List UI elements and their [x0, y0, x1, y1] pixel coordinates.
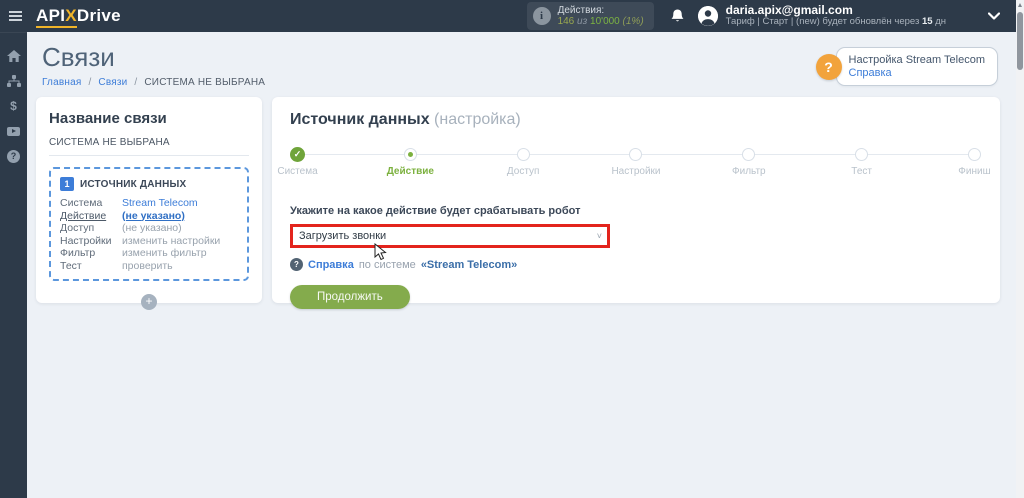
source-heading: ИСТОЧНИК ДАННЫХ: [80, 179, 186, 190]
action-select-highlight: Загрузить звонки ˅: [290, 224, 610, 248]
help-callout-title: Настройка Stream Telecom: [849, 54, 985, 66]
sidebar-item-video-tutorials[interactable]: [0, 124, 27, 138]
data-source-summary: 1 ИСТОЧНИК ДАННЫХ Система Stream Telecom…: [49, 167, 249, 281]
youtube-icon: [7, 127, 20, 136]
help-callout: ? Настройка Stream Telecom Справка: [836, 47, 998, 86]
connection-name-value[interactable]: СИСТЕМА НЕ ВЫБРАНА: [49, 137, 249, 156]
action-select[interactable]: Загрузить звонки ˅: [293, 227, 607, 245]
help-callout-link[interactable]: Справка: [849, 67, 985, 79]
step-circle-icon: [742, 148, 755, 161]
sidebar-item-home[interactable]: [0, 49, 27, 63]
main-content: Связи Главная / Связи / СИСТЕМА НЕ ВЫБРА…: [27, 32, 1016, 498]
action-question-label: Укажите на какое действие будет срабатыв…: [290, 205, 982, 217]
step-circle-icon: [629, 148, 642, 161]
logo-text-x: X: [65, 6, 77, 25]
help-callout-question-icon[interactable]: ?: [816, 54, 842, 80]
data-source-settings-card: Источник данных (настройка) Система Дейс…: [272, 97, 1000, 303]
step-active-dot-icon: [404, 148, 417, 161]
source-number-badge: 1: [60, 177, 74, 191]
user-email: daria.apix@gmail.com: [726, 4, 946, 16]
add-system-button[interactable]: +: [141, 294, 157, 310]
source-row-test: Тест проверить: [60, 260, 238, 273]
home-icon: [7, 50, 21, 62]
action-select-value: Загрузить звонки: [299, 230, 386, 242]
scrollbar-thumb[interactable]: [1017, 12, 1023, 70]
info-icon: i: [533, 7, 551, 25]
step-settings[interactable]: Настройки: [628, 147, 643, 162]
top-bar: APIXDrive i Действия: 146 из 10'000 (1%)…: [0, 0, 1016, 32]
source-row-action: Действие (не указано): [60, 210, 238, 223]
step-test[interactable]: Тест: [854, 147, 869, 162]
system-help-line: ? Справка по системе «Stream Telecom»: [290, 258, 982, 271]
source-system-link[interactable]: Stream Telecom: [122, 197, 198, 210]
help-question-icon: ?: [290, 258, 303, 271]
step-check-icon: [290, 147, 305, 162]
actions-counter-value: 146 из 10'000 (1%): [558, 16, 644, 27]
notifications-bell-icon[interactable]: [670, 8, 685, 24]
actions-counter-title: Действия:: [558, 5, 644, 16]
dollar-icon: $: [10, 99, 17, 113]
connection-name-title: Название связи: [49, 110, 249, 127]
sidebar-item-connections[interactable]: [0, 74, 27, 88]
question-icon: ?: [7, 150, 20, 163]
source-row-access: Доступ (не указано): [60, 222, 238, 235]
settings-card-title: Источник данных: [290, 111, 430, 128]
user-avatar[interactable]: [698, 6, 718, 26]
source-row-settings: Настройки изменить настройки: [60, 235, 238, 248]
sitemap-icon: [7, 75, 21, 88]
user-menu[interactable]: daria.apix@gmail.com Тариф | Старт | (ne…: [726, 4, 946, 28]
system-help-link[interactable]: Справка: [308, 259, 354, 271]
step-action[interactable]: Действие: [403, 147, 418, 162]
step-system[interactable]: Система: [290, 147, 305, 162]
sidebar: $ ?: [0, 32, 27, 498]
setup-stepper: Система Действие Доступ Настройки: [290, 147, 982, 181]
source-row-system: Система Stream Telecom: [60, 197, 238, 210]
scrollbar-up-arrow[interactable]: [1018, 3, 1022, 7]
step-circle-icon: [855, 148, 868, 161]
step-filter[interactable]: Фильтр: [741, 147, 756, 162]
step-finish[interactable]: Финиш: [967, 147, 982, 162]
settings-card-subtitle: (настройка): [434, 111, 521, 128]
scrollbar[interactable]: [1016, 0, 1024, 498]
mouse-cursor: [374, 243, 388, 266]
system-help-system-name[interactable]: «Stream Telecom»: [421, 259, 517, 271]
sidebar-item-billing[interactable]: $: [0, 99, 27, 113]
step-circle-icon: [517, 148, 530, 161]
actions-counter[interactable]: i Действия: 146 из 10'000 (1%): [527, 2, 654, 30]
source-row-filter: Фильтр изменить фильтр: [60, 247, 238, 260]
sidebar-item-help[interactable]: ?: [0, 149, 27, 163]
logo-text-drive: Drive: [77, 6, 121, 25]
source-action-link[interactable]: (не указано): [122, 210, 185, 223]
app-logo[interactable]: APIXDrive: [36, 6, 121, 26]
user-plan-info: Тариф | Старт | (new) будет обновлён чер…: [726, 16, 946, 28]
breadcrumb-current: СИСТЕМА НЕ ВЫБРАНА: [144, 77, 265, 88]
step-access[interactable]: Доступ: [516, 147, 531, 162]
hamburger-menu-icon[interactable]: [0, 7, 30, 25]
breadcrumb-home[interactable]: Главная: [42, 77, 81, 88]
breadcrumb-section[interactable]: Связи: [98, 77, 127, 88]
select-chevron-icon: ˅: [597, 231, 602, 241]
connection-name-card: Название связи СИСТЕМА НЕ ВЫБРАНА 1 ИСТО…: [36, 97, 262, 303]
logo-text-api: API: [36, 6, 65, 25]
step-circle-icon: [968, 148, 981, 161]
chevron-down-icon[interactable]: [988, 12, 1000, 20]
continue-button[interactable]: Продолжить: [290, 285, 410, 309]
